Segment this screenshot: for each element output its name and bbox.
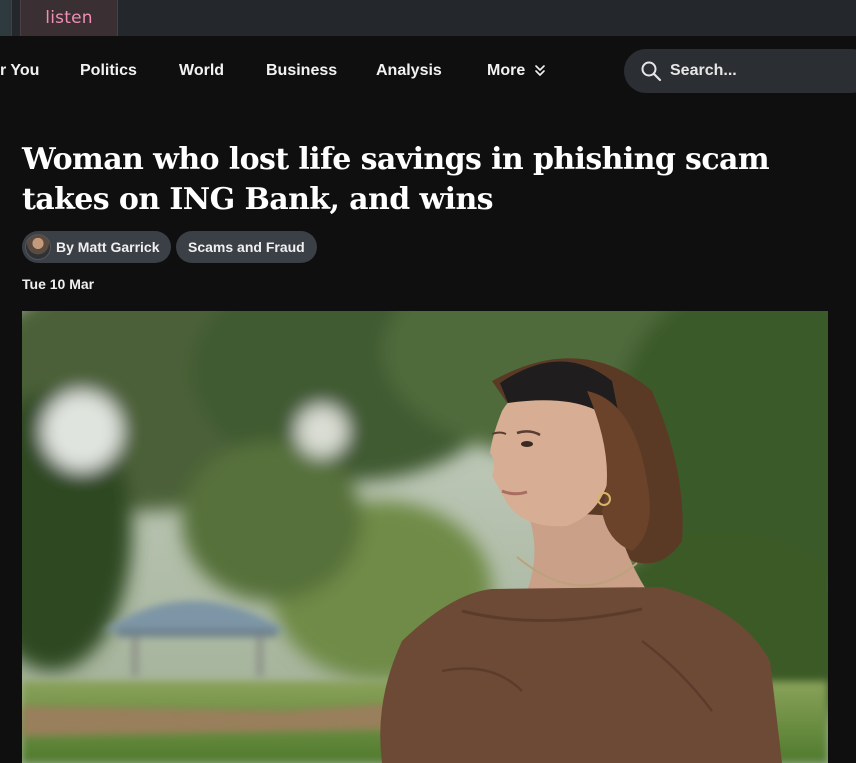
hero-image <box>22 311 828 763</box>
listen-label: listen <box>45 8 93 28</box>
nav-item-analysis[interactable]: Analysis <box>376 36 442 106</box>
tab-sliver[interactable] <box>0 0 12 36</box>
hero-photo-illustration <box>22 311 828 763</box>
chevron-down-icon <box>535 65 546 76</box>
search-placeholder: Search... <box>670 62 737 79</box>
nav-item-politics[interactable]: Politics <box>80 36 137 106</box>
search-icon <box>641 61 662 82</box>
nav-item-business[interactable]: Business <box>266 36 337 106</box>
main-nav: r You Politics World Business Analysis M… <box>0 36 856 106</box>
nav-item-world[interactable]: World <box>179 36 224 106</box>
topic-tag[interactable]: Scams and Fraud <box>176 231 317 263</box>
avatar <box>25 234 51 260</box>
author-byline[interactable]: By Matt Garrick <box>22 231 172 263</box>
nav-item-for-you[interactable]: r You <box>0 36 39 106</box>
topic-tag-label: Scams and Fraud <box>188 239 305 255</box>
nav-more-button[interactable]: More <box>487 36 546 106</box>
publish-date: Tue 10 Mar <box>22 276 95 292</box>
listen-tab[interactable]: listen <box>20 0 118 36</box>
article-headline: Woman who lost life savings in phishing … <box>22 142 770 217</box>
nav-more-label: More <box>487 62 526 79</box>
search-input[interactable]: Search... <box>624 49 856 93</box>
author-name: By Matt Garrick <box>56 239 160 255</box>
top-strip: listen <box>0 0 856 36</box>
